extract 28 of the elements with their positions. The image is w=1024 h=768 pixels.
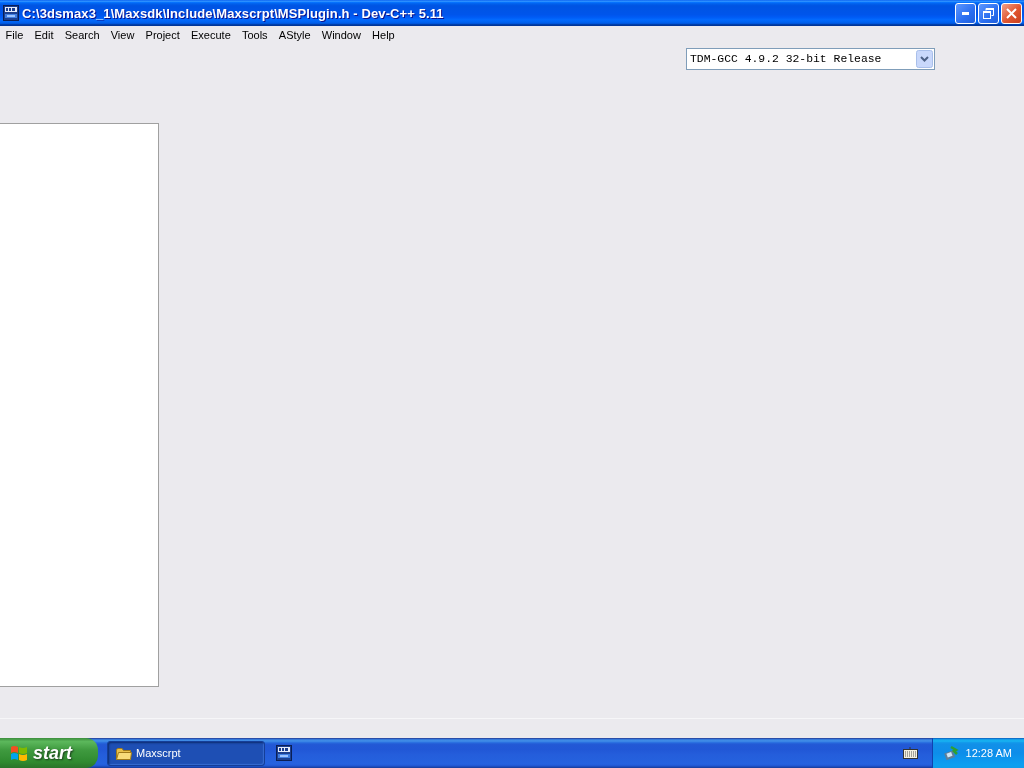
keyboard-icon[interactable]	[902, 747, 918, 759]
minimize-button[interactable]	[955, 2, 976, 24]
menu-item[interactable]: View	[105, 29, 140, 41]
windows-logo-icon	[10, 744, 28, 762]
compiler-dropdown[interactable]: TDM-GCC 4.9.2 32-bit Release	[686, 48, 935, 70]
menu-item[interactable]: Tools	[236, 29, 274, 41]
folder-icon	[116, 746, 132, 760]
menu-item[interactable]: Edit	[28, 29, 60, 41]
restore-icon	[983, 7, 994, 19]
menu-item[interactable]: Project	[139, 29, 186, 41]
minimize-icon	[962, 11, 969, 15]
menu-item[interactable]: Search	[59, 29, 106, 41]
menu-item[interactable]: File	[0, 29, 29, 41]
app-icon[interactable]	[3, 5, 19, 21]
restore-button[interactable]	[978, 2, 999, 24]
app-icon[interactable]	[276, 745, 292, 761]
chevron-down-icon[interactable]	[916, 50, 933, 68]
window-title: C:\3dsmax3_1\Maxsdk\Include\Maxscrpt\MSPlugin.h - Dev-C++ 5.11	[22, 5, 445, 21]
menu-item[interactable]: Execute	[185, 29, 237, 41]
menu-item[interactable]: Help	[366, 29, 401, 41]
close-icon	[1006, 7, 1017, 19]
close-button[interactable]	[1001, 2, 1022, 24]
start-button[interactable]: start	[0, 738, 98, 768]
taskbar-button[interactable]: Maxscrpt	[107, 740, 265, 766]
menu-item[interactable]: Window	[316, 29, 367, 41]
menu-item[interactable]: AStyle	[273, 29, 317, 41]
clock: 12:28 AM	[965, 747, 1012, 759]
network-icon[interactable]	[942, 745, 959, 761]
